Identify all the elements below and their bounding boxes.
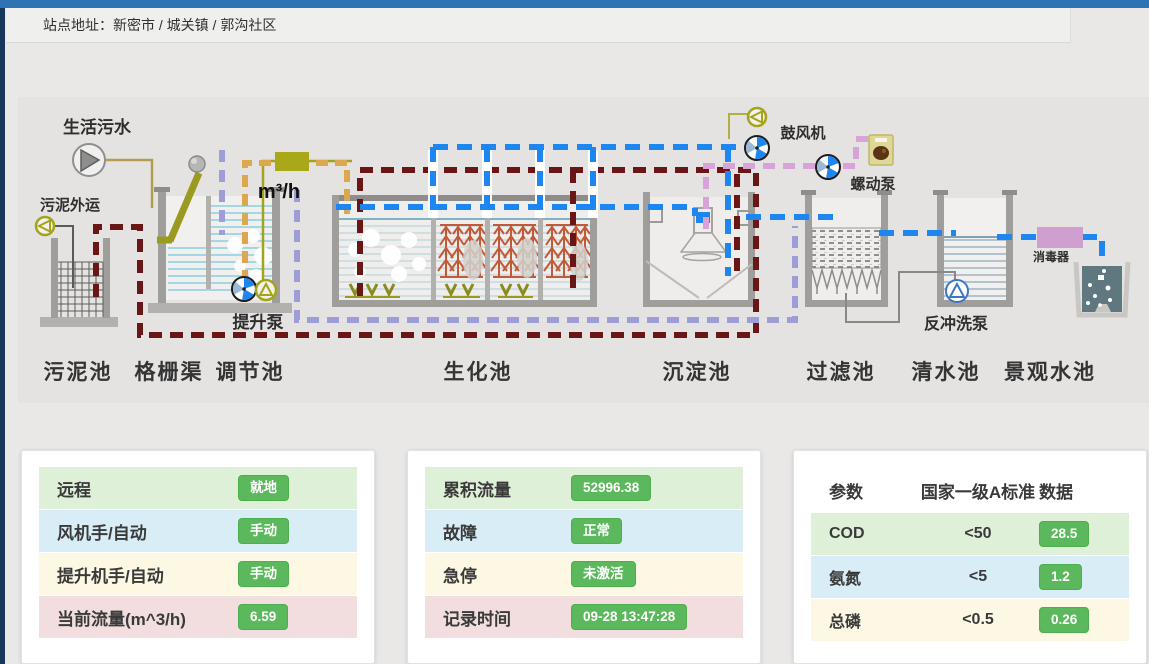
- sludge-out-pump-icon: [36, 217, 54, 235]
- landscape-pond: [1076, 262, 1128, 315]
- row-label: 故障: [443, 519, 571, 544]
- stage-label-sludge-tank: 污泥池: [44, 356, 113, 386]
- value-badge: 52996.38: [571, 475, 651, 501]
- row-label: 记录时间: [443, 605, 571, 630]
- bio-tank: [332, 195, 597, 307]
- status-badge: 正常: [571, 518, 622, 544]
- table-row: 累积流量 52996.38: [425, 467, 743, 509]
- stage-label-screen-channel: 格栅渠: [135, 356, 204, 386]
- lift-pump-label: 提升泵: [233, 308, 284, 333]
- timestamp-badge: 09-28 13:47:28: [571, 604, 687, 630]
- flow-meter-icon: [275, 152, 309, 171]
- table-row: 氨氮 <5 1.2: [811, 556, 1129, 598]
- backwash-pump-icon: [946, 280, 968, 302]
- stage-label-filter-tank: 过滤池: [807, 356, 876, 386]
- status-badge[interactable]: 手动: [238, 561, 289, 587]
- sludge-out-label: 污泥外运: [40, 194, 100, 215]
- value-badge: 6.59: [238, 604, 288, 630]
- blower-label: 鼓风机: [780, 122, 825, 143]
- table-row: 急停 未激活: [425, 553, 743, 595]
- value-badge: 0.26: [1039, 607, 1089, 633]
- param-name: 总磷: [829, 608, 917, 632]
- blower-link-pipe: [729, 114, 748, 139]
- table-row: 总磷 <0.5 0.26: [811, 599, 1129, 641]
- table-row: 记录时间 09-28 13:47:28: [425, 596, 743, 638]
- stage-label-settling-tank: 沉淀池: [663, 356, 732, 386]
- peristaltic-pump-icon: [869, 135, 893, 165]
- filter-tank: [801, 190, 892, 307]
- stage-label-equalization: 调节池: [216, 356, 285, 386]
- table-row: 当前流量(m^3/h) 6.59: [39, 596, 357, 638]
- column-header: 数据: [1039, 478, 1115, 503]
- param-name: COD: [829, 525, 917, 543]
- table-row: 风机手/自动 手动: [39, 510, 357, 552]
- backwash-pump-label: 反冲洗泵: [924, 310, 988, 334]
- water-quality-panel: 参数 国家一级A标准 数据 COD <50 28.5 氨氮 <5 1.2 总磷 …: [793, 450, 1147, 664]
- status-panel: 累积流量 52996.38 故障 正常 急停 未激活 记录时间 09-28 13…: [407, 450, 761, 664]
- flow-unit-label: m³/h: [258, 181, 300, 204]
- row-label: 累积流量: [443, 476, 571, 501]
- status-badge[interactable]: 就地: [238, 475, 289, 501]
- column-header: 国家一级A标准: [917, 478, 1039, 503]
- param-standard: <5: [917, 568, 1039, 586]
- column-header: 参数: [829, 478, 917, 503]
- site-address-label: 站点地址：新密市 / 城关镇 / 郭沟社区: [43, 15, 276, 35]
- row-label: 提升机手/自动: [57, 562, 238, 587]
- row-label: 当前流量(m^3/h): [57, 605, 238, 630]
- inflow-pipe: [106, 160, 152, 208]
- quality-header-row: 参数 国家一级A标准 数据: [811, 467, 1129, 513]
- table-row: 故障 正常: [425, 510, 743, 552]
- blower-pump-icon: [748, 108, 766, 126]
- peristaltic-pump-label: 螺动泵: [850, 173, 895, 194]
- top-accent-bar: [0, 0, 1149, 8]
- stage-label-clean-water: 清水池: [912, 356, 981, 386]
- process-flow-diagram: 生活污水 污泥外运 m³/h 提升泵 鼓风机 螺动泵 反冲洗泵 消毒器 污泥池 …: [18, 97, 1149, 403]
- value-badge: 28.5: [1039, 521, 1089, 547]
- row-label: 远程: [57, 476, 238, 501]
- left-accent-bar: [0, 8, 5, 664]
- param-name: 氨氮: [829, 565, 917, 589]
- blower-fan-icon: [745, 136, 769, 160]
- inflow-label: 生活污水: [63, 113, 131, 138]
- row-label: 风机手/自动: [57, 519, 238, 544]
- param-standard: <0.5: [917, 611, 1039, 629]
- param-standard: <50: [917, 525, 1039, 543]
- sludge-tank: [40, 238, 118, 327]
- disinfector-icon: [1037, 227, 1083, 248]
- table-row: 提升机手/自动 手动: [39, 553, 357, 595]
- inflow-pump-icon: [73, 144, 105, 176]
- status-badge: 未激活: [571, 561, 636, 587]
- stage-label-bio-tank: 生化池: [444, 356, 513, 386]
- site-address-header: 站点地址：新密市 / 城关镇 / 郭沟社区: [6, 8, 1071, 43]
- disinfector-label: 消毒器: [1033, 248, 1069, 265]
- blower-fan2-icon: [816, 155, 840, 179]
- status-badge[interactable]: 手动: [238, 518, 289, 544]
- row-label: 急停: [443, 562, 571, 587]
- stage-label-landscape-pond: 景观水池: [1004, 356, 1096, 386]
- control-panel: 远程 就地 风机手/自动 手动 提升机手/自动 手动 当前流量(m^3/h) 6…: [21, 450, 375, 664]
- table-row: COD <50 28.5: [811, 513, 1129, 555]
- table-row: 远程 就地: [39, 467, 357, 509]
- value-badge: 1.2: [1039, 564, 1082, 590]
